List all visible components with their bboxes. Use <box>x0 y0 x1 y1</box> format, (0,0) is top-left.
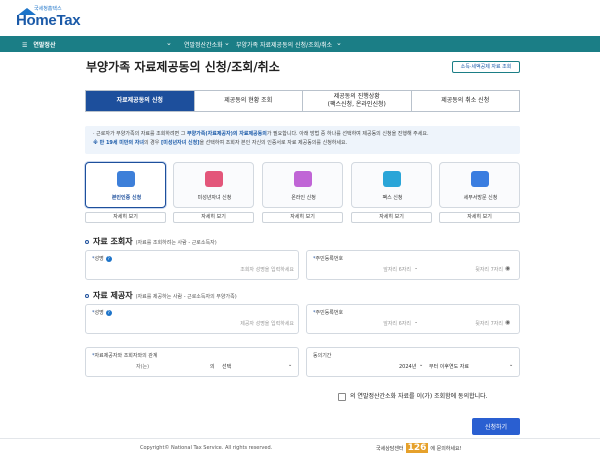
method-minor-child[interactable]: 미성년자녀 신청 자세히 보기 <box>173 162 254 224</box>
hamburger-icon: ☰ <box>22 42 28 49</box>
auth-methods: 본인인증 신청 자세히 보기 미성년자녀 신청 자세히 보기 온라인 신청 자세… <box>85 162 520 224</box>
viewer-section-title: 자료 조회자 (자료를 조회하려는 사람 - 근로소득자) <box>85 236 217 247</box>
fax-icon <box>383 171 401 187</box>
detail-button[interactable]: 자세히 보기 <box>262 212 343 223</box>
chevron-down-icon[interactable]: ⌄ <box>224 39 230 47</box>
tab-consent-apply[interactable]: 자료제공동의 신청 <box>86 91 195 111</box>
period-range-select[interactable]: 부터 이후연도 자료 <box>429 363 469 370</box>
viewer-rrn-front-input[interactable] <box>317 265 411 275</box>
nav-menu-button[interactable]: ☰ 연말정산 <box>22 40 55 49</box>
method-card[interactable]: 미성년자녀 신청 <box>173 162 254 208</box>
deduction-lookup-link[interactable]: 소득·세액공제 자료 조회 <box>452 61 520 73</box>
relation-select[interactable]: 선택 <box>222 363 231 370</box>
provider-rrn-field: *주민등록번호 - ◉ <box>306 304 520 334</box>
copyright: Copyright© National Tax Service. All rig… <box>140 445 273 451</box>
child-doc-icon <box>205 171 223 187</box>
relation-prefix: 자(는) <box>136 364 150 370</box>
tab-consent-status[interactable]: 제공동의 현황 조회 <box>194 91 303 111</box>
detail-button[interactable]: 자세히 보기 <box>351 212 432 223</box>
call-number: 126 <box>405 443 429 453</box>
rrn-dash: - <box>415 319 418 326</box>
agree-text: 의 연말정산간소화 자료를 이(가) 조회함에 동의합니다. <box>350 393 488 400</box>
method-card[interactable]: 본인인증 신청 <box>85 162 166 208</box>
chevron-down-icon[interactable]: ⌄ <box>336 39 342 47</box>
period-field: 동의기간 2024년 ⌄ 부터 이후연도 자료 ⌄ <box>306 347 520 377</box>
notice-box: · 근로자가 부양가족의 자료를 조회하려면 그 부양가족(자료제공자)의 자료… <box>85 126 520 154</box>
detail-button[interactable]: 자세히 보기 <box>439 212 520 223</box>
chevron-down-icon[interactable]: ⌄ <box>166 39 172 47</box>
viewer-name-input[interactable] <box>96 265 294 275</box>
tab-consent-cancel[interactable]: 제공동의 취소 신청 <box>411 91 519 111</box>
submit-button[interactable]: 신청하기 <box>472 418 520 435</box>
rrn-dash: - <box>415 265 418 272</box>
period-year-select[interactable]: 2024년 <box>399 363 416 370</box>
site-footer: Copyright© National Tax Service. All rig… <box>0 438 600 460</box>
tab-consent-progress[interactable]: 제공동의 진행상황 (팩스신청, 온라인신청) <box>303 91 412 111</box>
monitor-icon <box>294 171 312 187</box>
nav-item-simplified[interactable]: 연말정산간소화 <box>184 40 223 49</box>
page-title: 부양가족 자료제공동의 신청/조회/취소 <box>86 60 280 74</box>
logo-text: HomeTax <box>16 12 81 29</box>
provider-section-title: 자료 제공자 (자료를 제공하는 사람 - 근로소득자의 부양가족) <box>85 290 237 301</box>
eye-icon[interactable]: ◉ <box>505 319 510 326</box>
building-icon <box>471 171 489 187</box>
method-fax[interactable]: 팩스 신청 자세히 보기 <box>351 162 432 224</box>
agree-checkbox-row[interactable]: 의 연말정산간소화 자료를 이(가) 조회함에 동의합니다. <box>338 391 488 401</box>
detail-button[interactable]: 자세히 보기 <box>173 212 254 223</box>
help-icon[interactable]: ? <box>105 255 112 262</box>
nav-menu-label: 연말정산 <box>33 42 56 49</box>
relation-field: *자료제공자와 조회자와의 관계 자(는) 의 선택 ⌄ <box>85 347 299 377</box>
provider-name-input[interactable] <box>96 319 294 329</box>
method-online[interactable]: 온라인 신청 자세히 보기 <box>262 162 343 224</box>
detail-button[interactable]: 자세히 보기 <box>85 212 166 223</box>
chevron-down-icon[interactable]: ⌄ <box>419 362 423 368</box>
provider-rrn-front-input[interactable] <box>317 319 411 329</box>
chevron-down-icon[interactable]: ⌄ <box>288 362 292 368</box>
step-tabs: 자료제공동의 신청 제공동의 현황 조회 제공동의 진행상황 (팩스신청, 온라… <box>85 90 520 112</box>
bullet-icon <box>85 293 89 298</box>
method-tax-office[interactable]: 세무서방문 신청 자세히 보기 <box>439 162 520 224</box>
relation-mid: 의 <box>210 364 215 370</box>
id-card-icon <box>117 171 135 187</box>
logo-subtitle: 국세청홈택스 <box>34 6 62 12</box>
viewer-rrn-field: *주민등록번호 - ◉ <box>306 250 520 280</box>
notice-line-1: · 근로자가 부양가족의 자료를 조회하려면 그 부양가족(자료제공자)의 자료… <box>93 131 429 137</box>
method-card[interactable]: 세무서방문 신청 <box>439 162 520 208</box>
method-card[interactable]: 팩스 신청 <box>351 162 432 208</box>
method-card[interactable]: 온라인 신청 <box>262 162 343 208</box>
eye-icon[interactable]: ◉ <box>505 265 510 272</box>
site-header: 국세청홈택스 HomeTax <box>0 0 600 36</box>
call-center-banner[interactable]: 국세상담센터 126 에 문의하세요! <box>376 443 462 453</box>
method-self-auth[interactable]: 본인인증 신청 자세히 보기 <box>85 162 166 224</box>
viewer-rrn-back-input[interactable] <box>425 265 503 275</box>
provider-rrn-back-input[interactable] <box>425 319 503 329</box>
notice-line-2: ※ 만 19세 미만의 자녀의 경우 [미성년자녀 신청]을 선택하여 조회자 … <box>93 140 348 146</box>
chevron-down-icon[interactable]: ⌄ <box>509 362 513 368</box>
nav-bar: ☰ 연말정산 ⌄ 연말정산간소화 ⌄ 부양가족 자료제공동의 신청/조회/취소 ⌄ <box>0 36 600 52</box>
bullet-icon <box>85 239 89 244</box>
nav-item-consent[interactable]: 부양가족 자료제공동의 신청/조회/취소 <box>236 40 332 49</box>
agree-checkbox[interactable] <box>338 392 346 401</box>
provider-name-field: *성명? <box>85 304 299 334</box>
help-icon[interactable]: ? <box>105 309 112 316</box>
viewer-name-field: *성명? <box>85 250 299 280</box>
